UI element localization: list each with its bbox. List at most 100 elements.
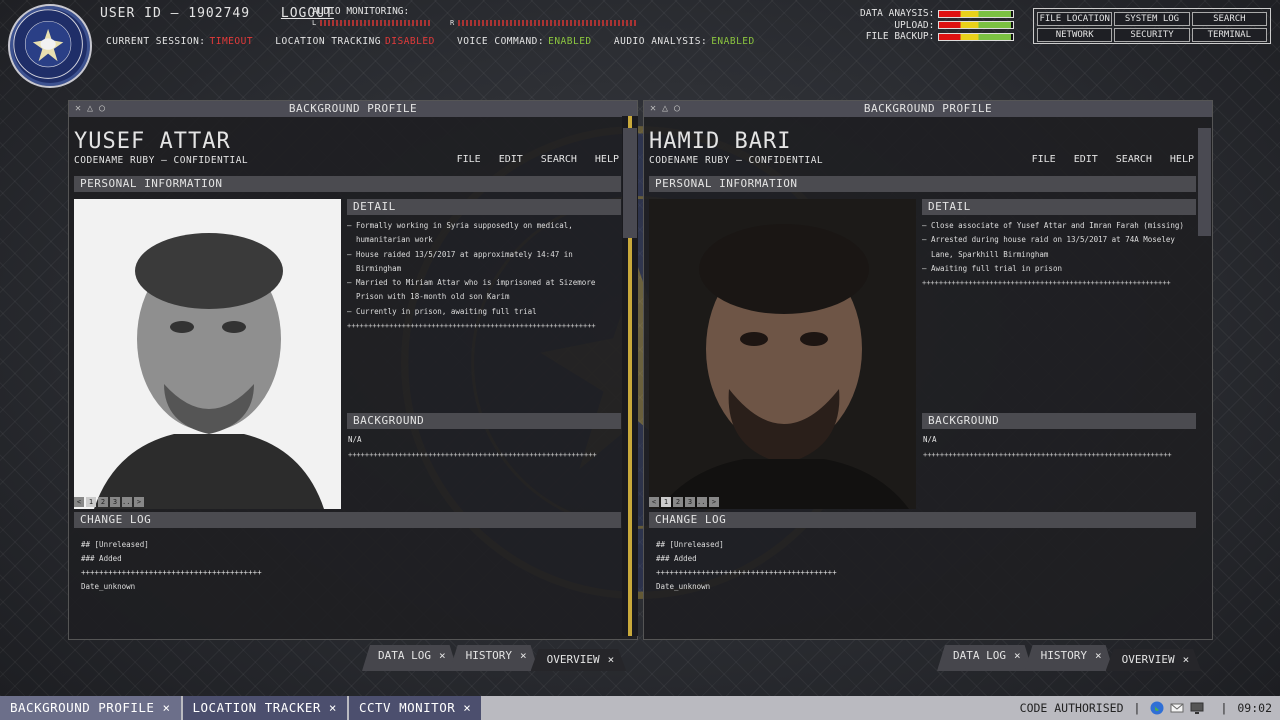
data-analysis-label: DATA ANAYSIS: — [860, 8, 935, 20]
changelog-header: CHANGE LOG — [74, 512, 621, 528]
pager-page-3[interactable]: 3 — [110, 497, 120, 507]
changelog-line: ++++++++++++++++++++++++++++++++++++++++ — [656, 568, 837, 577]
photo-pager: < 1 2 3 ... > — [649, 497, 719, 507]
right-scroll-thumb[interactable] — [1198, 128, 1211, 236]
background-header: BACKGROUND — [347, 413, 621, 429]
center-scrollbar[interactable] — [622, 116, 638, 636]
menu-edit[interactable]: EDIT — [499, 154, 523, 165]
tab-label: DATA LOG — [953, 649, 1006, 662]
pager-page-1[interactable]: 1 — [86, 497, 96, 507]
menu-terminal[interactable]: TERMINAL — [1191, 28, 1267, 42]
menu-search[interactable]: SEARCH — [541, 154, 577, 165]
menu-search[interactable]: SEARCH — [1116, 154, 1152, 165]
taskbar: BACKGROUND PROFILE × LOCATION TRACKER × CC… — [0, 696, 1280, 720]
detail-item: – Arrested during house raid on 13/5/201… — [922, 235, 1175, 259]
tab-label: HISTORY — [465, 649, 512, 662]
detail-divider: ++++++++++++++++++++++++++++++++++++++++… — [347, 322, 596, 331]
pager-page-2[interactable]: 2 — [673, 497, 683, 507]
window-menu: FILE EDIT SEARCH HELP — [1032, 154, 1194, 165]
detail-item: – House raided 13/5/2017 at approximatel… — [347, 249, 573, 273]
pager-more[interactable]: ... — [122, 497, 135, 507]
close-icon[interactable]: × — [463, 700, 471, 715]
profile-name: HAMID BARI — [649, 129, 792, 154]
audio-right-label: R — [450, 19, 455, 27]
audio-left-meter — [320, 20, 430, 26]
window-controls-icon[interactable]: ✕△○ — [75, 101, 111, 117]
scroll-thumb[interactable] — [623, 128, 637, 238]
monitor-icon[interactable] — [1190, 701, 1204, 715]
tab-overview[interactable]: OVERVIEW × — [531, 649, 627, 671]
tab-data-log[interactable]: DATA LOG × — [937, 645, 1033, 671]
data-analysis-bar — [938, 9, 1015, 18]
right-window-tabs: DATA LOG × HISTORY × OVERVIEW × — [937, 645, 1193, 671]
envelope-icon[interactable] — [1170, 701, 1184, 715]
close-icon[interactable]: × — [329, 700, 337, 715]
changelog-line: Date_unknown — [81, 582, 136, 591]
tab-history[interactable]: HISTORY × — [450, 645, 539, 671]
detail-divider: ++++++++++++++++++++++++++++++++++++++++… — [922, 279, 1171, 288]
close-icon[interactable]: × — [439, 649, 446, 662]
system-menu: FILE LOCATION SYSTEM LOG SEARCH NETWORK … — [1033, 8, 1271, 44]
pager-more[interactable]: ... — [697, 497, 710, 507]
menu-security[interactable]: SECURITY — [1114, 28, 1190, 42]
tab-history[interactable]: HISTORY × — [1025, 645, 1114, 671]
tab-label: OVERVIEW — [546, 653, 600, 666]
profile-codename: CODENAME RUBY – CONFIDENTIAL — [74, 155, 249, 166]
tab-data-log[interactable]: DATA LOG × — [362, 645, 458, 671]
tab-overview[interactable]: OVERVIEW × — [1106, 649, 1202, 671]
session-status: CURRENT SESSION: TIMEOUT LOCATION TRACKIN… — [106, 36, 771, 47]
pager-page-3[interactable]: 3 — [685, 497, 695, 507]
close-icon[interactable]: × — [1183, 653, 1190, 666]
profile-window-right: ✕△○ BACKGROUND PROFILE HAMID BARI CODENA… — [643, 100, 1213, 640]
menu-file-location[interactable]: FILE LOCATION — [1037, 12, 1113, 26]
window-titlebar[interactable]: ✕△○ BACKGROUND PROFILE — [69, 101, 637, 117]
voice-command-key: VOICE COMMAND: — [457, 36, 545, 47]
close-icon[interactable]: × — [520, 649, 527, 662]
window-titlebar[interactable]: ✕△○ BACKGROUND PROFILE — [644, 101, 1212, 117]
audio-right-meter — [458, 20, 638, 26]
taskbar-tab-label: BACKGROUND PROFILE — [10, 700, 155, 715]
pager-prev[interactable]: < — [74, 497, 84, 507]
menu-file[interactable]: FILE — [1032, 154, 1056, 165]
menu-search[interactable]: SEARCH — [1191, 12, 1267, 26]
taskbar-tab-background-profile[interactable]: BACKGROUND PROFILE × — [0, 696, 181, 720]
menu-file[interactable]: FILE — [457, 154, 481, 165]
taskbar-tab-label: CCTV MONITOR — [358, 700, 456, 715]
taskbar-tab-cctv-monitor[interactable]: CCTV MONITOR × — [348, 696, 482, 720]
close-icon[interactable]: × — [1014, 649, 1021, 662]
close-icon[interactable]: × — [162, 700, 170, 715]
changelog-line: ++++++++++++++++++++++++++++++++++++++++ — [81, 568, 262, 577]
session-key: CURRENT SESSION: — [106, 36, 206, 47]
menu-help[interactable]: HELP — [1170, 154, 1194, 165]
pager-prev[interactable]: < — [649, 497, 659, 507]
top-bar: USER ID – 1902749 LOGOUT CURRENT SESSION… — [0, 0, 1280, 98]
upload-bar — [938, 21, 1015, 30]
upload-label: UPLOAD: — [894, 19, 935, 31]
window-title: BACKGROUND PROFILE — [288, 102, 418, 115]
menu-help[interactable]: HELP — [595, 154, 619, 165]
globe-icon[interactable] — [1150, 701, 1164, 715]
profile-window-left: ✕△○ BACKGROUND PROFILE YUSEF ATTAR CODEN… — [68, 100, 638, 640]
system-status: DATA ANAYSIS: UPLOAD: FILE BACKUP: — [860, 8, 1015, 43]
close-icon[interactable]: × — [608, 653, 615, 666]
taskbar-tab-location-tracker[interactable]: LOCATION TRACKER × — [182, 696, 347, 720]
menu-edit[interactable]: EDIT — [1074, 154, 1098, 165]
detail-item: – Close associate of Yusef Attar and Imr… — [922, 221, 1184, 230]
changelog-body: ## [Unreleased] ### Added ++++++++++++++… — [81, 538, 262, 594]
pager-next[interactable]: > — [709, 497, 719, 507]
changelog-body: ## [Unreleased] ### Added ++++++++++++++… — [656, 538, 837, 594]
pager-page-1[interactable]: 1 — [661, 497, 671, 507]
close-icon[interactable]: × — [1095, 649, 1102, 662]
background-divider: ++++++++++++++++++++++++++++++++++++++++… — [923, 451, 1172, 459]
file-backup-bar — [938, 32, 1015, 41]
pager-next[interactable]: > — [134, 497, 144, 507]
background-text: N/A — [923, 435, 937, 444]
profile-codename: CODENAME RUBY – CONFIDENTIAL — [649, 155, 824, 166]
changelog-line: ### Added — [81, 554, 122, 563]
menu-system-log[interactable]: SYSTEM LOG — [1114, 12, 1190, 26]
menu-network[interactable]: NETWORK — [1037, 28, 1113, 42]
window-controls-icon[interactable]: ✕△○ — [650, 101, 686, 117]
changelog-line: ### Added — [656, 554, 697, 563]
profile-photo — [649, 199, 916, 509]
pager-page-2[interactable]: 2 — [98, 497, 108, 507]
